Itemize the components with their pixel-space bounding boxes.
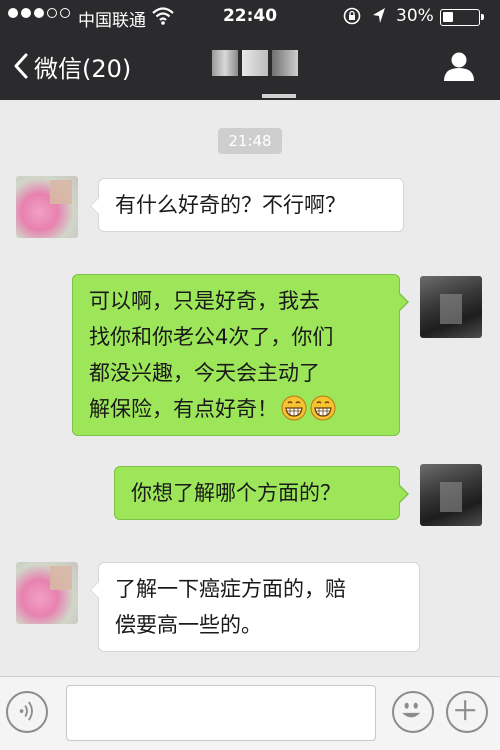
received-message-bubble[interactable]: 有什么好奇的？不行啊？ [90,178,404,232]
smiley-icon [402,702,421,718]
message-text: 可以啊，只是好奇，我去 [89,289,320,313]
chat-timestamp: 21:48 [218,128,282,154]
message-text: 了解一下癌症方面的，赔 [115,577,346,601]
battery-icon [440,9,484,26]
contact-name-pixelated [212,50,298,76]
battery-percent: 30% [396,6,434,26]
plus-icon [455,700,476,721]
contact-info-icon[interactable] [442,50,476,82]
message-text: 找你和你老公4次了，你们 [89,325,334,349]
my-avatar[interactable] [420,276,482,338]
message-text: 有什么好奇的？不行啊？ [115,193,346,217]
input-bar [0,676,500,750]
message-text: 偿要高一些的。 [115,613,262,637]
nav-bar: 微信(20) [0,34,500,100]
back-button[interactable]: 微信(20) [12,48,131,84]
received-message-bubble[interactable]: 了解一下癌症方面的，赔 偿要高一些的。 [90,562,420,652]
sent-message-bubble[interactable]: 你想了解哪个方面的？ [114,466,409,520]
contact-avatar[interactable] [16,562,78,624]
grin-emoji-icon [281,395,307,421]
message-input[interactable] [66,685,376,741]
message-text: 解保险，有点好奇！ [89,397,278,421]
chat-area[interactable]: 21:48 有什么好奇的？不行啊？ 可以啊，只是好奇，我去 找你和你老公4次了，… [0,100,500,676]
message-text: 你想了解哪个方面的？ [131,481,341,505]
chevron-left-icon [14,53,28,79]
my-avatar[interactable] [420,464,482,526]
message-text: 都没兴趣，今天会主动了 [89,361,320,385]
location-icon [373,8,385,23]
grin-emoji-icon [310,395,336,421]
voice-icon [19,701,33,721]
status-bar: 中国联通 22:40 30% [0,0,500,34]
sent-message-bubble[interactable]: 可以啊，只是好奇，我去 找你和你老公4次了，你们 都没兴趣，今天会主动了 解保险… [72,274,409,436]
emoji-button[interactable] [392,691,434,733]
rotation-lock-icon [343,7,361,25]
back-label: 微信(20) [34,54,132,83]
contact-avatar[interactable] [16,176,78,238]
more-button[interactable] [446,691,488,733]
title-underline [262,94,296,98]
voice-input-button[interactable] [6,691,48,733]
